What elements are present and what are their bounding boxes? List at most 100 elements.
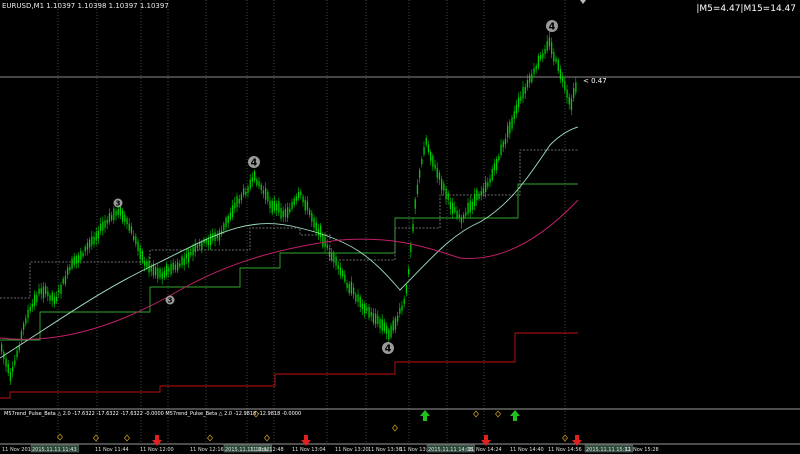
candle-body — [269, 200, 271, 209]
candle-body — [95, 232, 97, 240]
candle-body — [430, 151, 432, 161]
candle-body — [306, 201, 309, 211]
candle-body — [75, 256, 78, 264]
scroll-arrow-icon[interactable] — [580, 0, 586, 4]
candle-body — [185, 254, 188, 259]
candle-body — [265, 188, 267, 200]
candle-body — [144, 261, 146, 266]
candle-body — [34, 294, 36, 306]
candle-body — [460, 218, 463, 223]
time-axis-label: 11 Nov 13:04 — [292, 447, 326, 453]
wave-marker: 4 — [248, 156, 260, 168]
candle-body — [416, 184, 419, 194]
candle-body — [117, 209, 119, 215]
candle-body — [139, 248, 141, 260]
time-axis-label: 2015.11.11 11:43 — [32, 447, 77, 453]
candle-body — [568, 96, 570, 105]
candle-body — [454, 207, 456, 213]
fast-ma-line — [0, 126, 579, 359]
candle-body — [372, 313, 375, 323]
candle-body — [397, 315, 399, 322]
candle-body — [130, 226, 133, 234]
candle-body — [302, 196, 304, 203]
candles — [1, 31, 577, 386]
candle-body — [267, 191, 269, 202]
candle-body — [260, 184, 262, 191]
candle-body — [137, 241, 139, 252]
candle-body — [476, 189, 478, 201]
moving-averages — [0, 126, 579, 359]
candle-body — [364, 304, 366, 314]
candle-body — [16, 350, 18, 358]
wave-marker: 4 — [546, 20, 558, 32]
candle-body — [496, 158, 498, 170]
candle-body — [408, 269, 410, 275]
candle-body — [62, 278, 64, 284]
candle-body — [12, 366, 14, 372]
candle-body — [513, 111, 515, 119]
candle-body — [234, 202, 236, 209]
candle-body — [276, 203, 278, 211]
candle-body — [445, 188, 447, 200]
candle-body — [535, 66, 537, 70]
candle-body — [322, 234, 324, 247]
time-axis-label: 11 Nov 2015 — [2, 447, 34, 453]
candle-body — [86, 242, 89, 250]
candle-body — [9, 372, 12, 382]
time-axis-label: 11 Nov 12:16 — [190, 447, 224, 453]
signal-diamond-icon — [207, 434, 213, 442]
candle-body — [548, 37, 551, 47]
candle-body — [463, 214, 465, 219]
candle-body — [436, 167, 438, 178]
candle-body — [126, 218, 128, 225]
candle-body — [540, 55, 542, 60]
candle-body — [518, 97, 520, 108]
candle-body — [419, 170, 421, 178]
signal-diamond-icon — [473, 410, 479, 418]
up-arrow-icon — [420, 410, 430, 421]
candle-body — [93, 236, 95, 244]
candle-body — [452, 203, 454, 214]
time-axis-label: 11 Nov 14:56 — [548, 447, 582, 453]
candle-body — [531, 73, 533, 82]
candle-body — [141, 250, 144, 262]
candle-body — [399, 307, 401, 314]
candle-body — [474, 194, 476, 206]
candle-body — [562, 77, 564, 82]
candle-body — [102, 221, 104, 231]
candle-body — [309, 209, 311, 216]
candle-body — [491, 168, 493, 180]
candle-body — [529, 75, 531, 83]
candle-body — [80, 250, 82, 261]
time-axis-label: 11 Nov 13:36 — [368, 447, 402, 453]
candle-body — [262, 190, 265, 194]
wave-marker-label: 4 — [549, 21, 556, 32]
candle-body — [524, 87, 526, 94]
candle-body — [544, 49, 546, 54]
candle-body — [249, 179, 251, 189]
candle-body — [427, 144, 430, 153]
signal-diamond-icon — [124, 434, 130, 442]
candle-body — [289, 208, 291, 213]
candle-body — [339, 267, 342, 276]
price-chart[interactable]: 33444 11 Nov 20152015.11.11 11:43 11 Nov … — [0, 0, 800, 454]
candle-body — [509, 121, 511, 134]
candle-body — [551, 42, 553, 55]
wave-marker-label: 4 — [385, 343, 392, 354]
candle-body — [412, 224, 414, 232]
candle-body — [295, 196, 298, 201]
wave-marker: 3 — [165, 295, 175, 305]
candle-body — [104, 220, 106, 228]
candle-body — [331, 252, 333, 260]
candle-body — [163, 270, 166, 278]
candle-body — [100, 223, 102, 231]
candle-body — [240, 194, 243, 201]
candle-body — [522, 86, 524, 99]
candle-body — [353, 287, 355, 295]
candle-body — [177, 262, 179, 271]
candle-body — [515, 104, 518, 114]
candle-body — [128, 223, 130, 231]
candle-body — [56, 296, 58, 301]
candle-body — [166, 264, 168, 276]
signal-diamond-icon — [57, 433, 63, 441]
